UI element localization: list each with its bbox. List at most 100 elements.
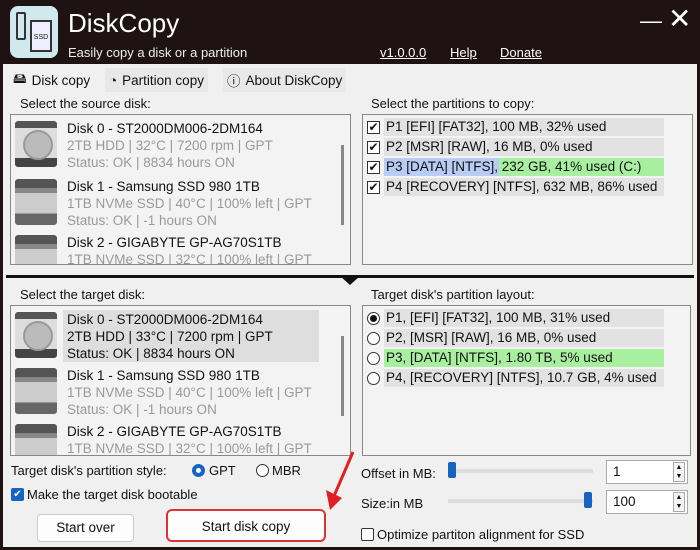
tab-about[interactable]: ⓘ About DiskCopy (223, 68, 347, 92)
radio (256, 464, 269, 477)
layout-row[interactable]: P3, [DATA] [NTFS], 1.80 TB, 5% used (367, 348, 667, 368)
disk-details: 2TB HDD | 32°C | 7200 rpm | GPT (67, 138, 273, 153)
disk-name: Disk 2 - GIGABYTE GP-AG70S1TB (67, 424, 282, 439)
source-disk-0[interactable]: Disk 0 - ST2000DM006-2DM164 2TB HDD | 32°… (15, 119, 315, 181)
app-title: DiskCopy (68, 8, 180, 38)
partition-label: P4, [RECOVERY] [NTFS], 10.7 GB, 4% used (386, 370, 657, 385)
partition-label: P1 [EFI] [FAT32], 100 MB, 32% used (386, 119, 607, 134)
size-slider[interactable] (448, 499, 593, 503)
partition-style-label: Target disk's partition style: (11, 463, 167, 478)
target-disk-2[interactable]: Disk 2 - GIGABYTE GP-AG70S1TB 1TB NVMe SS… (15, 422, 315, 456)
version-link[interactable]: v1.0.0.0 (380, 45, 426, 60)
disk-details: 1TB NVMe SSD | 32°C | 100% left | GPT (67, 441, 312, 456)
target-disk-1[interactable]: Disk 1 - Samsung SSD 980 1TB 1TB NVMe SSD… (15, 366, 315, 428)
size-slider-thumb[interactable] (584, 492, 592, 508)
partition-row[interactable]: ✔ P4 [RECOVERY] [NTFS], 632 MB, 86% used (367, 177, 667, 197)
checkbox-checked: ✔ (11, 488, 24, 501)
radio[interactable] (367, 351, 380, 365)
partition-icon: ◔ (109, 72, 118, 88)
partition-bar: P2, [MSR] [RAW], 16 MB, 0% used (384, 329, 664, 347)
optimize-checkbox[interactable]: Optimize partiton alignment for SSD (361, 527, 584, 542)
offset-input[interactable]: 1 ▲ ▼ (606, 460, 688, 484)
start-over-button[interactable]: Start over (37, 514, 134, 542)
ssd-icon (15, 235, 57, 264)
gpt-radio[interactable]: GPT (192, 463, 236, 478)
disk-details: 1TB NVMe SSD | 40°C | 100% left | GPT (67, 385, 312, 400)
close-button[interactable]: ✕ (668, 2, 691, 35)
layout-row[interactable]: P4, [RECOVERY] [NTFS], 10.7 GB, 4% used (367, 368, 667, 388)
minimize-button[interactable]: — (640, 8, 662, 34)
spin-arrows-icon[interactable]: ▲ ▼ (673, 462, 685, 482)
partition-row[interactable]: ✔ P2 [MSR] [RAW], 16 MB, 0% used (367, 137, 667, 157)
checkbox[interactable]: ✔ (367, 120, 380, 134)
ssd-icon (15, 424, 57, 455)
partition-bar: P3, [DATA] [NTFS], 1.80 TB, 5% used (384, 349, 664, 367)
help-link[interactable]: Help (450, 45, 477, 60)
disk-status: Status: OK | -1 hours ON (67, 213, 217, 228)
tab-label: About DiskCopy (245, 72, 343, 88)
checkbox[interactable]: ✔ (367, 180, 380, 194)
source-disk-2[interactable]: Disk 2 - GIGABYTE GP-AG70S1TB 1TB NVMe SS… (15, 233, 315, 264)
start-disk-copy-button[interactable]: Start disk copy (166, 509, 326, 542)
partition-bar: P4 [RECOVERY] [NTFS], 632 MB, 86% used (384, 178, 664, 196)
radio[interactable] (367, 311, 380, 325)
spin-arrows-icon[interactable]: ▲ ▼ (673, 492, 685, 512)
checkbox[interactable]: ✔ (367, 160, 380, 174)
layout-row[interactable]: P2, [MSR] [RAW], 16 MB, 0% used (367, 328, 667, 348)
drive-icon: 🖴 (13, 70, 27, 86)
partition-label: P3 [DATA] [NTFS], 232 GB, 41% used (C:) (386, 159, 642, 174)
source-disk-list[interactable]: Disk 0 - ST2000DM006-2DM164 2TB HDD | 32°… (10, 114, 351, 265)
offset-slider[interactable] (448, 469, 593, 473)
partition-bar: P1 [EFI] [FAT32], 100 MB, 32% used (384, 118, 664, 136)
partition-bar: P3 [DATA] [NTFS], 232 GB, 41% used (C:) (384, 158, 664, 176)
partition-bar: P4, [RECOVERY] [NTFS], 10.7 GB, 4% used (384, 369, 664, 387)
source-label: Select the source disk: (20, 96, 151, 111)
bootable-label: Make the target disk bootable (27, 487, 198, 502)
disk-status: Status: OK | -1 hours ON (67, 402, 217, 417)
partition-list[interactable]: ✔ P1 [EFI] [FAT32], 100 MB, 32% used ✔ P2 … (362, 114, 693, 265)
size-input[interactable]: 100 ▲ ▼ (606, 490, 688, 514)
donate-link[interactable]: Donate (500, 45, 542, 60)
source-disk-1[interactable]: Disk 1 - Samsung SSD 980 1TB 1TB NVMe SSD… (15, 177, 315, 239)
offset-label: Offset in MB: (361, 466, 436, 481)
partition-label: P4 [RECOVERY] [NTFS], 632 MB, 86% used (386, 179, 658, 194)
partition-bar: P1, [EFI] [FAT32], 100 MB, 31% used (384, 309, 664, 327)
partition-label: P2, [MSR] [RAW], 16 MB, 0% used (386, 330, 597, 345)
layout-list[interactable]: P1, [EFI] [FAT32], 100 MB, 31% used P2, … (362, 305, 691, 456)
layout-label: Target disk's partition layout: (371, 287, 535, 302)
disk-details: 1TB NVMe SSD | 40°C | 100% left | GPT (67, 196, 312, 211)
tab-disk-copy[interactable]: 🖴 Disk copy (9, 68, 95, 92)
checkbox (361, 528, 374, 541)
layout-row[interactable]: P1, [EFI] [FAT32], 100 MB, 31% used (367, 308, 667, 328)
disk-status: Status: OK | 8834 hours ON (67, 346, 235, 361)
partition-label: P1, [EFI] [FAT32], 100 MB, 31% used (386, 310, 611, 325)
target-disk-0[interactable]: Disk 0 - ST2000DM006-2DM164 2TB HDD | 33°… (15, 310, 315, 372)
size-value: 100 (613, 494, 636, 509)
checkbox[interactable]: ✔ (367, 140, 380, 154)
arrow-down-icon (340, 276, 360, 285)
disk-status: Status: OK | 8834 hours ON (67, 155, 235, 170)
partition-row[interactable]: ✔ P1 [EFI] [FAT32], 100 MB, 32% used (367, 117, 667, 137)
partition-label: P2 [MSR] [RAW], 16 MB, 0% used (386, 139, 593, 154)
partition-label: P3, [DATA] [NTFS], 1.80 TB, 5% used (386, 350, 613, 365)
mbr-radio[interactable]: MBR (256, 463, 301, 478)
target-label: Select the target disk: (20, 287, 146, 302)
tab-partition-copy[interactable]: ◔ Partition copy (105, 68, 208, 92)
scrollbar[interactable] (341, 336, 344, 416)
offset-slider-thumb[interactable] (448, 462, 456, 478)
bootable-checkbox[interactable]: ✔ Make the target disk bootable (11, 487, 198, 502)
gpt-label: GPT (209, 463, 236, 478)
app-logo-icon: SSD (10, 6, 58, 58)
partition-row[interactable]: ✔ P3 [DATA] [NTFS], 232 GB, 41% used (C:) (367, 157, 667, 177)
target-disk-list[interactable]: Disk 0 - ST2000DM006-2DM164 2TB HDD | 33°… (10, 305, 351, 456)
disk-name: Disk 0 - ST2000DM006-2DM164 (67, 121, 263, 136)
scrollbar[interactable] (341, 145, 344, 225)
radio[interactable] (367, 371, 380, 385)
ssd-icon (15, 179, 57, 225)
partition-bar: P2 [MSR] [RAW], 16 MB, 0% used (384, 138, 664, 156)
radio[interactable] (367, 331, 380, 345)
ssd-icon (15, 368, 57, 414)
tab-bar: 🖴 Disk copy ◔ Partition copy ⓘ About DiskCo… (3, 64, 697, 92)
disk-name: Disk 2 - GIGABYTE GP-AG70S1TB (67, 235, 282, 250)
disk-name: Disk 1 - Samsung SSD 980 1TB (67, 368, 260, 383)
